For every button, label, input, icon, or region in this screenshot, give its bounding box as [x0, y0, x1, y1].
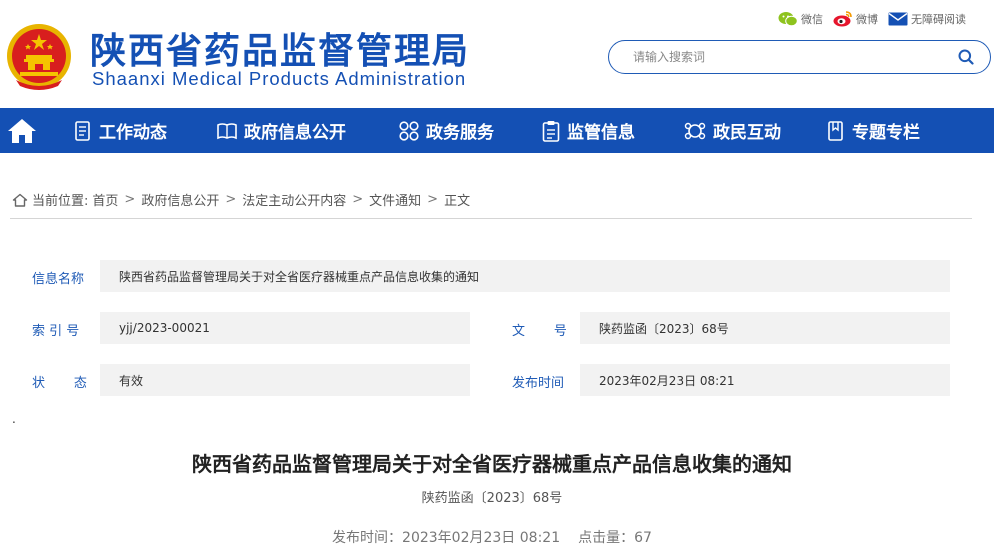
weibo-icon	[833, 11, 852, 27]
nav-label: 政民互动	[713, 123, 781, 143]
search-box	[608, 40, 991, 74]
weibo-label: 微博	[856, 12, 878, 26]
accessibility-link[interactable]: 无障碍阅读	[888, 11, 966, 27]
document-icon	[75, 120, 90, 141]
article-title: 陕西省药品监督管理局关于对全省医疗器械重点产品信息收集的通知	[192, 452, 792, 476]
main-nav: 工作动态 政府信息公开 政务服务 监管信息 政民互动 专题专栏	[0, 108, 994, 153]
article-click-count: 点击量：67	[578, 530, 652, 546]
article-publish-time: 发布时间：2023年02月23日 08:21	[332, 530, 561, 546]
nav-item-supervision[interactable]: 监管信息	[542, 108, 635, 153]
national-emblem-icon	[7, 24, 71, 90]
nav-item-interaction[interactable]: 政民互动	[684, 108, 781, 153]
site-title-cn: 陕西省药品监督管理局	[90, 31, 471, 72]
site-header: 陕西省药品监督管理局 Shaanxi Medical Products Admi…	[0, 0, 994, 108]
info-index-value: yjj/2023-00021	[100, 312, 470, 344]
breadcrumb-gov-info[interactable]: 政府信息公开	[141, 190, 219, 209]
breadcrumb-statutory[interactable]: 法定主动公开内容	[242, 190, 346, 209]
nav-item-special[interactable]: 专题专栏	[827, 108, 920, 153]
info-index-label: 索 引 号	[32, 324, 80, 339]
nav-item-gov-services[interactable]: 政务服务	[399, 108, 494, 153]
nav-label: 工作动态	[99, 123, 167, 143]
breadcrumb: 当前位置: 首页 > 政府信息公开 > 法定主动公开内容 > 文件通知 > 正文	[12, 190, 470, 209]
stray-dot: .	[12, 412, 16, 426]
bookmark-icon	[828, 120, 843, 141]
home-icon[interactable]	[6, 117, 38, 145]
clipboard-icon	[542, 120, 560, 142]
wechat-label: 微信	[801, 12, 823, 26]
site-title-en: Shaanxi Medical Products Administration	[92, 68, 467, 89]
search-input[interactable]	[633, 47, 933, 67]
breadcrumb-notices[interactable]: 文件通知	[369, 190, 421, 209]
weibo-link[interactable]: 微博	[833, 10, 878, 27]
info-status-value: 有效	[100, 364, 470, 396]
breadcrumb-divider	[10, 218, 972, 219]
info-name-value: 陕西省药品监督管理局关于对全省医疗器械重点产品信息收集的通知	[100, 260, 950, 292]
book-icon	[217, 122, 237, 139]
info-docno-value: 陕药监函〔2023〕68号	[580, 312, 950, 344]
nav-label: 政务服务	[426, 123, 494, 143]
breadcrumb-separator: >	[225, 192, 237, 207]
breadcrumb-separator: >	[427, 192, 439, 207]
info-status-label: 状 态	[32, 376, 87, 391]
nav-label: 专题专栏	[852, 123, 920, 143]
accessibility-label: 无障碍阅读	[911, 12, 966, 26]
mail-icon	[888, 12, 908, 25]
article-meta: 发布时间：2023年02月23日 08:21 点击量：67	[0, 527, 984, 546]
breadcrumb-separator: >	[124, 192, 136, 207]
breadcrumb-home[interactable]: 首页	[92, 190, 118, 209]
breadcrumb-current: 正文	[444, 194, 471, 209]
wechat-icon	[778, 11, 798, 26]
grid-icon	[399, 120, 419, 141]
info-name-label: 信息名称	[32, 272, 85, 287]
interaction-icon	[684, 122, 706, 139]
info-docno-label: 文 号	[512, 324, 567, 339]
nav-item-gov-info[interactable]: 政府信息公开	[217, 108, 346, 153]
info-date-label: 发布时间	[512, 376, 565, 391]
breadcrumb-separator: >	[352, 192, 364, 207]
breadcrumb-prefix: 当前位置:	[32, 194, 89, 209]
search-icon[interactable]	[958, 49, 974, 65]
home-outline-icon	[12, 193, 28, 207]
nav-label: 政府信息公开	[244, 123, 346, 143]
article-doc-number: 陕药监函〔2023〕68号	[421, 491, 563, 506]
nav-label: 监管信息	[567, 123, 635, 143]
info-date-value: 2023年02月23日 08:21	[580, 364, 950, 396]
social-links: 微信 微博 无障碍阅读	[778, 10, 970, 27]
nav-item-work-news[interactable]: 工作动态	[74, 108, 167, 153]
wechat-link[interactable]: 微信	[778, 11, 823, 27]
